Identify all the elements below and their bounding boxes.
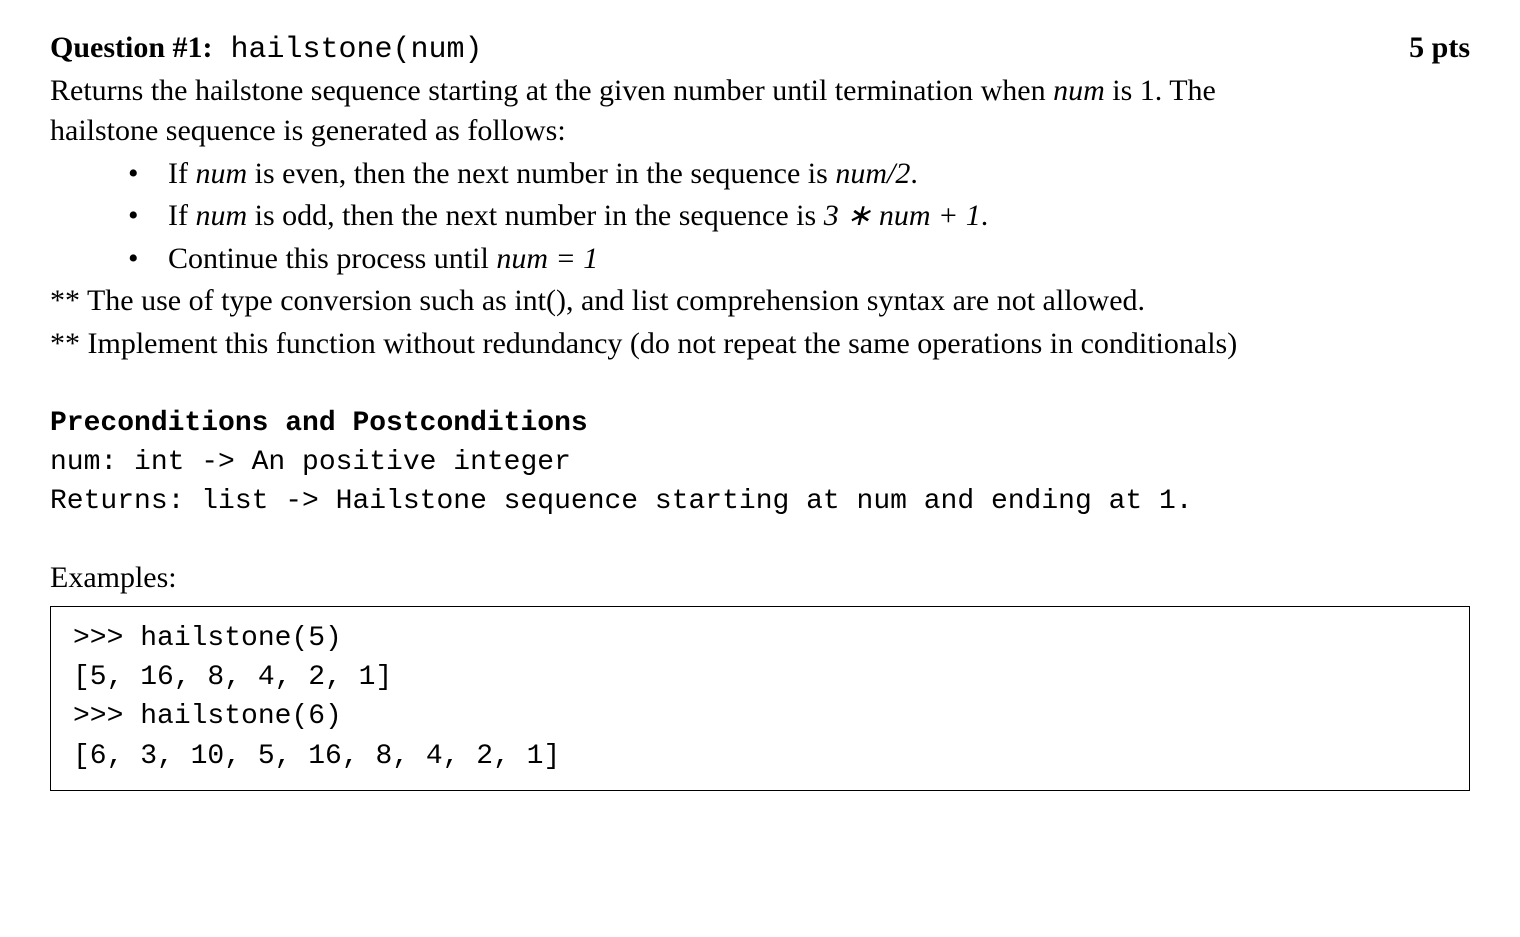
points-label: 5 pts (1409, 28, 1470, 69)
bullet3-a: Continue this process until (168, 242, 496, 275)
list-item: If num is even, then the next number in … (128, 154, 1470, 195)
question-label: Question #1: (50, 31, 213, 64)
function-signature: hailstone(num) (213, 33, 483, 67)
bullet2-b: is odd, then the next number in the sequ… (247, 199, 824, 232)
bullet1-num: num (195, 157, 247, 190)
rules-list: If num is even, then the next number in … (128, 154, 1470, 280)
intro-text-1a: Returns the hailstone sequence starting … (50, 74, 1053, 107)
intro-num-1: num (1053, 74, 1105, 107)
bullet1-expr: num/2 (835, 157, 910, 190)
examples-label: Examples: (50, 558, 1470, 599)
bullet1-b: is even, then the next number in the seq… (247, 157, 835, 190)
document-page: Question #1: hailstone(num) 5 pts Return… (0, 0, 1520, 811)
bullet2-num: num (195, 199, 247, 232)
bullet1-a: If (168, 157, 195, 190)
preconditions-block: Preconditions and Postconditions num: in… (50, 404, 1470, 522)
bullet1-c: . (910, 157, 918, 190)
list-item: If num is odd, then the next number in t… (128, 196, 1470, 237)
prepost-line1: num: int -> An positive integer (50, 447, 571, 478)
list-item: Continue this process until num = 1 (128, 239, 1470, 280)
intro-text-2: hailstone sequence is generated as follo… (50, 114, 566, 147)
bullet2-c: . (981, 199, 989, 232)
prepost-line2: Returns: list -> Hailstone sequence star… (50, 486, 1193, 517)
note-2: ** Implement this function without redun… (50, 324, 1470, 365)
question-header: Question #1: hailstone(num) 5 pts (50, 28, 1470, 71)
question-title: Question #1: hailstone(num) (50, 28, 483, 71)
bullet2-expr: 3 ∗ num + 1 (824, 199, 981, 232)
intro-paragraph: Returns the hailstone sequence starting … (50, 71, 1470, 152)
bullet2-a: If (168, 199, 195, 232)
note-1: ** The use of type conversion such as in… (50, 281, 1470, 322)
bullet3-expr: num = 1 (496, 242, 598, 275)
examples-code-box: >>> hailstone(5) [5, 16, 8, 4, 2, 1] >>>… (50, 606, 1470, 791)
intro-text-1b: is 1. The (1105, 74, 1216, 107)
prepost-title: Preconditions and Postconditions (50, 408, 588, 439)
